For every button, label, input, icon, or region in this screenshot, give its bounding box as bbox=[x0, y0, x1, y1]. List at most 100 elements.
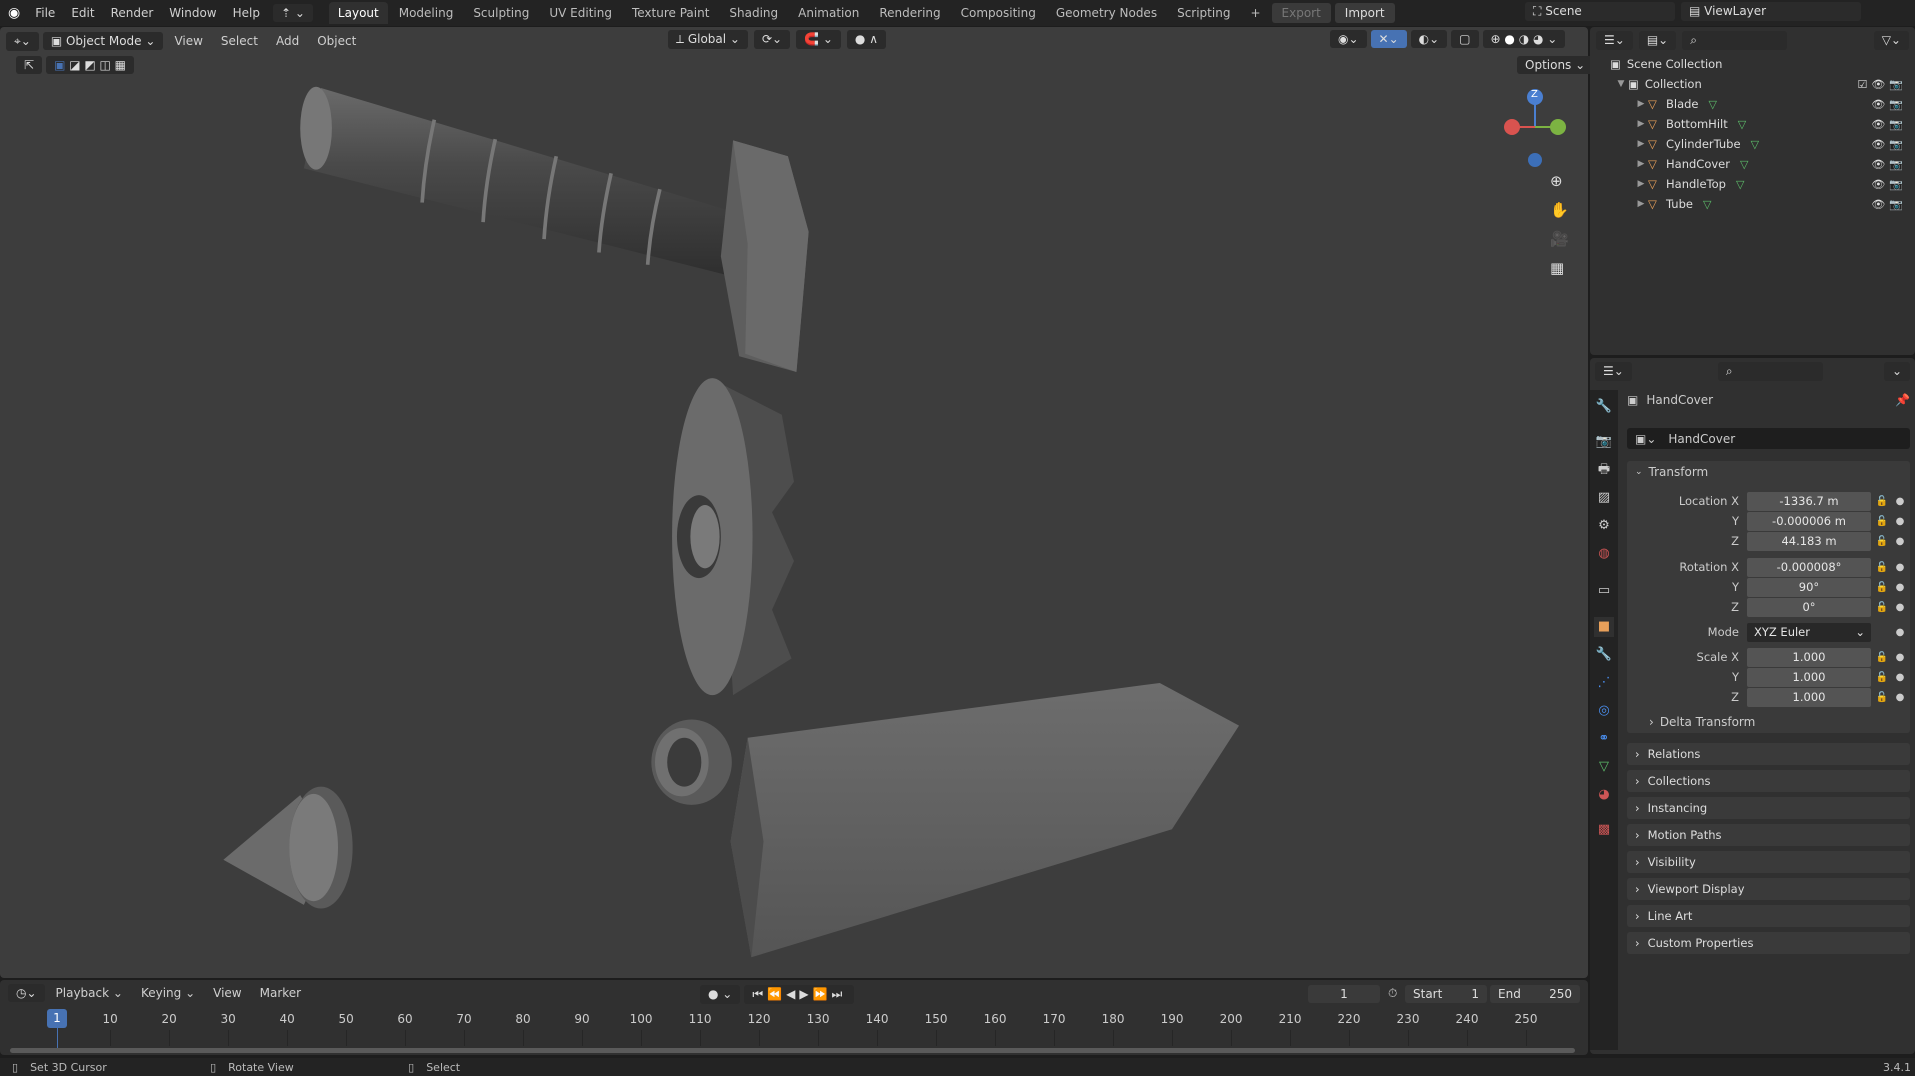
view-layer-tab-icon[interactable]: ▨ bbox=[1594, 488, 1614, 508]
tab-uv-editing[interactable]: UV Editing bbox=[540, 2, 621, 24]
section-header[interactable]: › Collections bbox=[1627, 770, 1910, 792]
add-workspace-button[interactable]: + bbox=[1241, 2, 1269, 24]
data-tab-icon[interactable]: ▽ bbox=[1594, 757, 1614, 777]
export-button[interactable]: Export bbox=[1271, 3, 1331, 23]
filter-icon[interactable]: ▽⌄ bbox=[1873, 31, 1909, 50]
section-header[interactable]: › Visibility bbox=[1627, 851, 1910, 873]
output-tab-icon[interactable]: 🖶 bbox=[1594, 460, 1614, 480]
section-header[interactable]: › Viewport Display bbox=[1627, 878, 1910, 900]
keyframe-dot-icon[interactable]: ● bbox=[1893, 602, 1907, 613]
visibility-icon[interactable]: ◉⌄ bbox=[1330, 30, 1367, 48]
proportional-edit-icon[interactable]: ● ∧ bbox=[846, 30, 886, 49]
expand-icon[interactable]: ▶ bbox=[1634, 119, 1648, 129]
outliner-editor-icon[interactable]: ☰⌄ bbox=[1596, 31, 1633, 50]
scene-collection-row[interactable]: ▣ Scene Collection bbox=[1590, 54, 1915, 74]
viewport-menu-object[interactable]: Object bbox=[310, 31, 363, 51]
visibility-toggles[interactable]: 👁📷 bbox=[1871, 178, 1907, 191]
outliner-object-row[interactable]: ▶ ▽ BottomHilt ▽ 👁📷 bbox=[1590, 114, 1915, 134]
timeline-menu-keying[interactable]: Keying ⌄ bbox=[134, 983, 202, 1003]
outliner-object-row[interactable]: ▶ ▽ Tube ▽ 👁📷 bbox=[1590, 194, 1915, 214]
visibility-toggles[interactable]: 👁📷 bbox=[1871, 198, 1907, 211]
blender-logo-icon[interactable]: ◉ bbox=[8, 5, 20, 21]
timeline-scrollbar[interactable] bbox=[10, 1048, 1575, 1053]
overlay-icon[interactable]: ◐⌄ bbox=[1410, 30, 1448, 48]
viewport-menu-add[interactable]: Add bbox=[269, 31, 306, 51]
start-frame-field[interactable]: Start 1 bbox=[1405, 985, 1487, 1003]
keyframe-dot-icon[interactable]: ● bbox=[1893, 582, 1907, 593]
modifier-tab-icon[interactable]: 🔧 bbox=[1594, 645, 1614, 665]
playback-controls[interactable]: ⏮⏪◀▶⏩⏭ bbox=[744, 985, 855, 1004]
pivot-icon[interactable]: ⟳⌄ bbox=[753, 30, 791, 49]
shading-modes[interactable]: ⊕ ● ◑ ◕ ⌄ bbox=[1482, 30, 1566, 48]
visibility-toggles[interactable]: 👁📷 bbox=[1871, 98, 1907, 111]
expand-icon[interactable]: ▶ bbox=[1634, 159, 1648, 169]
cylinder-tube-object[interactable] bbox=[223, 786, 353, 909]
expand-icon[interactable]: ▶ bbox=[1634, 99, 1648, 109]
visibility-toggles[interactable]: 👁📷 bbox=[1871, 158, 1907, 171]
timeline-editor-icon[interactable]: ◷⌄ bbox=[8, 984, 45, 1002]
scene-tab-icon[interactable]: ⚙ bbox=[1594, 516, 1614, 536]
scale-x-field[interactable]: 1.000 bbox=[1747, 647, 1871, 667]
menu-render[interactable]: Render bbox=[104, 3, 161, 23]
scale-z-field[interactable]: 1.000 bbox=[1747, 687, 1871, 707]
viewport-menu-select[interactable]: Select bbox=[214, 31, 265, 51]
object-name-field[interactable]: ▣⌄ HandCover bbox=[1627, 428, 1910, 449]
pin-icon[interactable]: 📌 bbox=[1895, 393, 1910, 407]
keyframe-dot-icon[interactable]: ● bbox=[1893, 672, 1907, 683]
properties-editor-icon[interactable]: ☰⌄ bbox=[1595, 362, 1632, 381]
visibility-toggles[interactable]: 👁📷 bbox=[1871, 118, 1907, 131]
properties-options-icon[interactable]: ⌄ bbox=[1883, 362, 1910, 381]
stopwatch-icon[interactable]: ⏱ bbox=[1388, 986, 1397, 1001]
lock-icon[interactable]: 🔓 bbox=[1871, 536, 1893, 547]
zoom-icon[interactable]: ⊕ bbox=[1550, 172, 1569, 190]
tab-animation[interactable]: Animation bbox=[789, 2, 868, 24]
outliner-object-row[interactable]: ▶ ▽ CylinderTube ▽ 👁📷 bbox=[1590, 134, 1915, 154]
camera-icon[interactable]: 🎥 bbox=[1550, 230, 1569, 248]
lock-icon[interactable]: 🔓 bbox=[1871, 516, 1893, 527]
lock-icon[interactable]: 🔓 bbox=[1871, 582, 1893, 593]
handle-top-object[interactable] bbox=[300, 86, 752, 279]
options-button[interactable]: Options ⌄ bbox=[1517, 56, 1594, 74]
bottom-hilt-object[interactable] bbox=[720, 140, 809, 373]
lock-icon[interactable]: 🔓 bbox=[1871, 692, 1893, 703]
timeline-menu-view[interactable]: View bbox=[206, 983, 248, 1003]
tab-shading[interactable]: Shading bbox=[720, 2, 787, 24]
keyframe-dot-icon[interactable]: ● bbox=[1893, 652, 1907, 663]
constraints-tab-icon[interactable]: ⚭ bbox=[1594, 729, 1614, 749]
blade-object[interactable] bbox=[730, 682, 1240, 958]
section-header[interactable]: › Motion Paths bbox=[1627, 824, 1910, 846]
world-tab-icon[interactable]: ◍ bbox=[1594, 544, 1614, 564]
render-tab-icon[interactable]: 📷 bbox=[1594, 432, 1614, 452]
section-header[interactable]: › Instancing bbox=[1627, 797, 1910, 819]
current-frame-field[interactable]: 1 bbox=[1308, 985, 1380, 1003]
particles-tab-icon[interactable]: ⋰ bbox=[1594, 673, 1614, 693]
outliner-object-row[interactable]: ▶ ▽ HandCover ▽ 👁📷 bbox=[1590, 154, 1915, 174]
menu-window[interactable]: Window bbox=[162, 3, 223, 23]
3d-viewport[interactable] bbox=[0, 27, 1588, 978]
rotation-mode-select[interactable]: XYZ Euler ⌄ bbox=[1747, 622, 1871, 642]
keyframe-dot-icon[interactable]: ● bbox=[1893, 627, 1907, 638]
end-frame-field[interactable]: End 250 bbox=[1490, 985, 1580, 1003]
tab-compositing[interactable]: Compositing bbox=[952, 2, 1045, 24]
collection-tab-icon[interactable]: ▭ bbox=[1594, 581, 1614, 601]
pan-hand-icon[interactable]: ✋ bbox=[1550, 201, 1569, 219]
tool-tab-icon[interactable]: 🔧 bbox=[1594, 397, 1614, 417]
rotation-x-field[interactable]: -0.000008° bbox=[1747, 557, 1871, 577]
upload-icon[interactable]: ⇡ ⌄ bbox=[272, 4, 313, 22]
outliner-search-input[interactable]: ⌕ bbox=[1682, 31, 1788, 50]
scale-y-field[interactable]: 1.000 bbox=[1747, 667, 1871, 687]
editor-type-button[interactable]: ⌖⌄ bbox=[6, 31, 39, 51]
object-type-icon[interactable]: ▣⌄ bbox=[1635, 432, 1656, 446]
mode-selector[interactable]: ▣ Object Mode ⌄ bbox=[42, 32, 164, 50]
tab-scripting[interactable]: Scripting bbox=[1168, 2, 1239, 24]
keyframe-dot-icon[interactable]: ● bbox=[1893, 692, 1907, 703]
tab-texture-paint[interactable]: Texture Paint bbox=[623, 2, 718, 24]
grid-perspective-icon[interactable]: ▦ bbox=[1550, 259, 1569, 277]
visibility-toggles[interactable]: ☑👁📷 bbox=[1857, 78, 1907, 91]
lock-icon[interactable]: 🔓 bbox=[1871, 496, 1893, 507]
keyframe-dot-icon[interactable]: ● bbox=[1893, 562, 1907, 573]
playhead[interactable]: 1 bbox=[47, 1009, 67, 1028]
import-button[interactable]: Import bbox=[1334, 3, 1395, 23]
keyframe-dot-icon[interactable]: ● bbox=[1893, 516, 1907, 527]
view-layer-selector[interactable]: ▤ ViewLayer bbox=[1681, 2, 1861, 21]
